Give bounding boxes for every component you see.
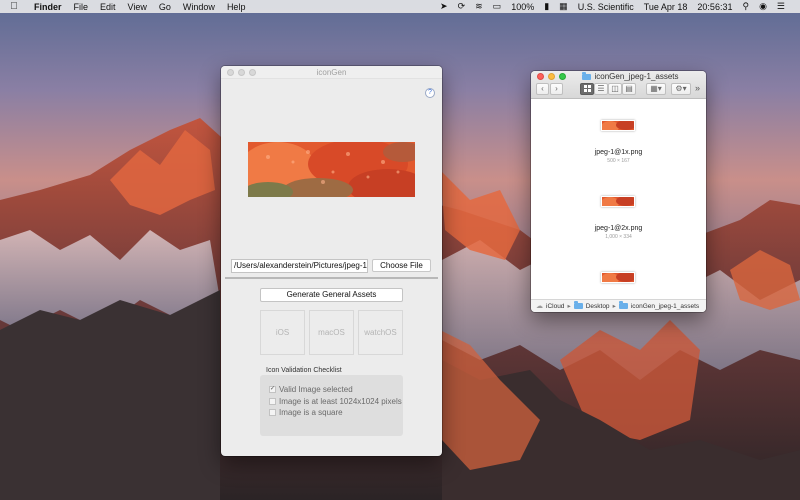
search-icon[interactable]: ⚲ xyxy=(737,1,754,12)
file-thumbnail[interactable] xyxy=(601,196,635,207)
keyboard-icon[interactable]: ▦ xyxy=(554,1,573,12)
menu-help[interactable]: Help xyxy=(221,2,252,12)
image-preview xyxy=(248,142,415,197)
checklist-label: Image is at least 1024x1024 pixels xyxy=(279,396,402,406)
menu-window[interactable]: Window xyxy=(177,2,221,12)
file-path-field[interactable]: /Users/alexanderstein/Pictures/jpeg-1.jp… xyxy=(231,259,368,273)
sync-icon[interactable]: ⟳ xyxy=(453,1,471,12)
file-area: jpeg-1@1x.png 500 × 167 jpeg-1@2x.png 1,… xyxy=(531,100,706,299)
platform-buttons: iOS macOS watchOS xyxy=(260,310,403,355)
menu-bar:  Finder File Edit View Go Window Help ➤… xyxy=(0,0,800,13)
folder-icon xyxy=(618,301,628,309)
checklist-label: Valid Image selected xyxy=(279,385,353,395)
location-icon[interactable]: ➤ xyxy=(435,1,453,12)
finder-window: iconGen_jpeg-1_assets ‹ › ☰ ◫ ▤ ▦▾ ⚙▾ » … xyxy=(531,71,706,312)
checkbox xyxy=(269,397,276,405)
checkbox xyxy=(269,409,276,417)
folder-icon xyxy=(573,301,583,309)
help-button[interactable]: ? xyxy=(425,88,435,98)
checklist-item: ✓ Valid Image selected xyxy=(269,384,403,396)
chevron-right-icon: ▸ xyxy=(567,303,571,310)
user-icon[interactable]: ◉ xyxy=(754,1,772,12)
path-bar: ☁ iCloud ▸ Desktop ▸ iconGen_jpeg-1_asse… xyxy=(531,299,706,312)
wifi-icon[interactable]: ≋ xyxy=(470,1,488,12)
checkbox-checked: ✓ xyxy=(269,386,276,394)
ios-button[interactable]: iOS xyxy=(260,310,305,355)
generate-general-assets-button[interactable]: Generate General Assets xyxy=(260,288,403,302)
file-name[interactable]: jpeg-1@2x.png xyxy=(531,225,706,232)
arrange-menu-icon[interactable]: ▦▾ xyxy=(646,83,666,95)
path-item-assets[interactable]: iconGen_jpeg-1_assets xyxy=(631,303,699,310)
menu-file[interactable]: File xyxy=(68,2,95,12)
maximize-button[interactable] xyxy=(249,68,256,76)
battery-percent[interactable]: 100% xyxy=(506,2,539,12)
file-thumbnail[interactable] xyxy=(601,120,635,131)
chevron-right-icon: ▸ xyxy=(612,303,616,310)
gear-icon[interactable]: ⚙▾ xyxy=(671,83,691,95)
menubar-date[interactable]: Tue Apr 18 xyxy=(639,2,693,12)
close-button[interactable] xyxy=(227,68,234,76)
icongen-window: iconGen ? /Users/alexanderstein/Pictures… xyxy=(221,66,442,456)
menubar-clock[interactable]: 20:56:31 xyxy=(692,2,737,12)
menu-icon[interactable]: ☰ xyxy=(772,1,790,12)
checklist-item: Image is at least 1024x1024 pixels xyxy=(269,396,403,408)
file-thumbnail[interactable] xyxy=(601,272,635,283)
folder-icon xyxy=(582,71,592,80)
cloud-icon: ☁ xyxy=(536,303,543,310)
icon-view-button[interactable] xyxy=(580,83,594,95)
list-view-icon[interactable]: ☰ xyxy=(594,83,608,95)
finder-title-text: iconGen_jpeg-1_assets xyxy=(594,72,679,81)
close-button[interactable] xyxy=(537,73,544,80)
maximize-button[interactable] xyxy=(559,73,566,80)
gallery-view-icon[interactable]: ▤ xyxy=(622,83,636,95)
checklist-label: Image is a square xyxy=(279,408,343,418)
thumbnail-image xyxy=(602,121,634,130)
watchos-button[interactable]: watchOS xyxy=(358,310,403,355)
minimize-button[interactable] xyxy=(238,68,245,76)
file-name[interactable]: jpeg-1@1x.png xyxy=(531,149,706,156)
menu-go[interactable]: Go xyxy=(153,2,177,12)
thumbnail-image xyxy=(602,197,634,206)
finder-titlebar[interactable]: iconGen_jpeg-1_assets xyxy=(531,71,706,82)
column-view-icon[interactable]: ◫ xyxy=(608,83,622,95)
macos-button[interactable]: macOS xyxy=(309,310,354,355)
forward-button[interactable]: › xyxy=(550,83,563,95)
file-dimensions: 1,000 × 334 xyxy=(605,234,632,240)
menu-edit[interactable]: Edit xyxy=(94,2,122,12)
divider xyxy=(225,277,438,279)
grid-icon xyxy=(583,85,591,93)
menu-app-finder[interactable]: Finder xyxy=(28,2,68,12)
finder-toolbar-area: iconGen_jpeg-1_assets ‹ › ☰ ◫ ▤ ▦▾ ⚙▾ » xyxy=(531,71,706,99)
apple-icon[interactable]:  xyxy=(0,1,28,12)
path-item-desktop[interactable]: Desktop xyxy=(586,303,610,310)
checklist-title: Icon Validation Checklist xyxy=(266,367,342,374)
file-dimensions: 500 × 167 xyxy=(607,158,630,164)
finder-toolbar: ‹ › ☰ ◫ ▤ ▦▾ ⚙▾ » xyxy=(531,83,706,97)
airplay-icon[interactable]: ▭ xyxy=(488,1,507,12)
preview-image xyxy=(248,142,415,197)
minimize-button[interactable] xyxy=(548,73,555,80)
choose-file-button[interactable]: Choose File xyxy=(372,259,431,272)
thumbnail-image xyxy=(602,273,634,282)
toolbar-overflow-button[interactable]: » xyxy=(695,83,700,93)
menu-view[interactable]: View xyxy=(122,2,153,12)
back-button[interactable]: ‹ xyxy=(536,83,549,95)
checklist-item: Image is a square xyxy=(269,407,403,419)
input-source[interactable]: U.S. Scientific xyxy=(573,2,639,12)
validation-checklist: ✓ Valid Image selected Image is at least… xyxy=(260,375,403,436)
path-item-icloud[interactable]: iCloud xyxy=(546,303,564,310)
icongen-titlebar[interactable]: iconGen xyxy=(221,66,442,79)
battery-icon[interactable]: ▮ xyxy=(539,1,554,12)
